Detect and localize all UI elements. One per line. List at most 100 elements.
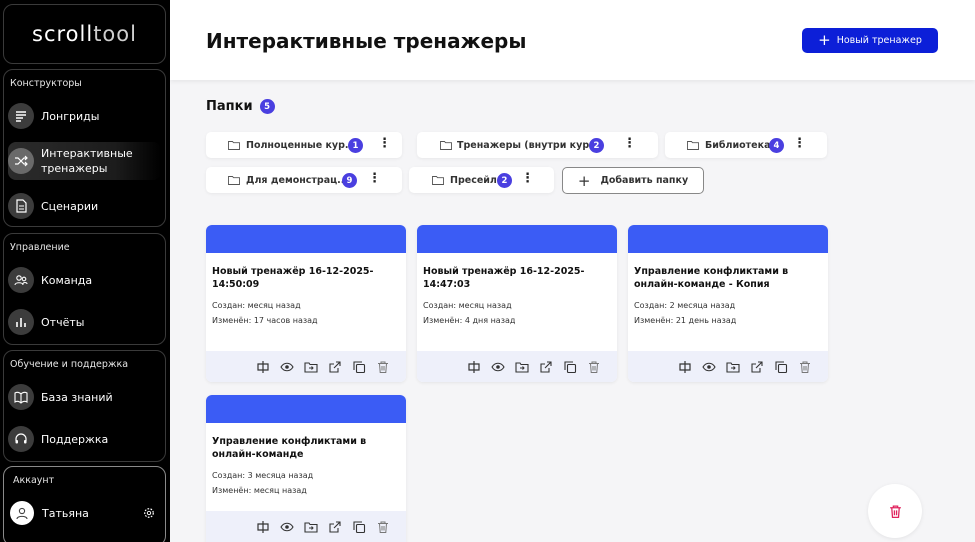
team-icon bbox=[8, 267, 34, 293]
trash-icon bbox=[889, 505, 901, 518]
folder-chip[interactable]: Пресейл 2 ⋮ bbox=[409, 167, 554, 193]
copy-icon[interactable] bbox=[562, 359, 578, 375]
folder-label: Полноценные кур... bbox=[246, 139, 356, 151]
copy-icon[interactable] bbox=[773, 359, 789, 375]
move-to-folder-icon[interactable] bbox=[725, 359, 741, 375]
folder-chip[interactable]: Полноценные кур... 1 ⋮ bbox=[206, 132, 402, 158]
new-trainer-label: Новый тренажер bbox=[836, 35, 922, 46]
copy-icon[interactable] bbox=[351, 519, 367, 535]
edit-icon[interactable] bbox=[255, 519, 271, 535]
section-learning: Обучение и поддержка База знаний Поддерж… bbox=[3, 350, 166, 462]
bar-chart-icon bbox=[8, 309, 34, 335]
sidebar-item-knowledge-base[interactable]: База знаний bbox=[8, 383, 161, 411]
trainer-card[interactable]: Управление конфликтами в онлайн-команде … bbox=[628, 225, 828, 382]
document-icon bbox=[8, 193, 34, 219]
account-user[interactable]: Татьяна bbox=[10, 499, 161, 527]
card-modified: Изменён: 21 день назад bbox=[634, 316, 737, 325]
section-title: Конструкторы bbox=[10, 78, 82, 89]
page-header: Интерактивные тренажеры + Новый тренажер bbox=[170, 0, 975, 80]
sidebar-item-support[interactable]: Поддержка bbox=[8, 425, 161, 453]
folders-title: Папки bbox=[206, 99, 253, 114]
headset-icon bbox=[8, 426, 34, 452]
folder-count-badge: 4 bbox=[769, 138, 784, 153]
more-vertical-icon[interactable]: ⋮ bbox=[793, 137, 806, 150]
logo-text: scroll bbox=[32, 22, 94, 46]
folder-icon bbox=[687, 141, 699, 150]
user-name: Татьяна bbox=[42, 506, 89, 520]
more-vertical-icon[interactable]: ⋮ bbox=[368, 172, 381, 185]
move-to-folder-icon[interactable] bbox=[303, 519, 319, 535]
sidebar-item-label: Интерактивные тренажеры bbox=[41, 147, 133, 175]
card-created: Создан: 2 месяца назад bbox=[634, 301, 736, 310]
sidebar-item-team[interactable]: Команда bbox=[8, 266, 161, 294]
card-modified: Изменён: 17 часов назад bbox=[212, 316, 318, 325]
folder-chip[interactable]: Тренажеры (внутри кур... 2 ⋮ bbox=[417, 132, 658, 158]
trainer-card[interactable]: Новый тренажёр 16-12-2025-14:47:03 Созда… bbox=[417, 225, 617, 382]
avatar bbox=[10, 501, 34, 525]
trash-icon[interactable] bbox=[797, 359, 813, 375]
move-to-folder-icon[interactable] bbox=[514, 359, 530, 375]
card-created: Создан: месяц назад bbox=[423, 301, 512, 310]
sidebar-item-label: Сценарии bbox=[41, 199, 99, 213]
sidebar-item-label: Отчёты bbox=[41, 315, 85, 329]
trash-icon[interactable] bbox=[586, 359, 602, 375]
more-vertical-icon[interactable]: ⋮ bbox=[521, 172, 534, 185]
external-link-icon[interactable] bbox=[749, 359, 765, 375]
folder-chip[interactable]: Библиотека 4 ⋮ bbox=[665, 132, 827, 158]
edit-icon[interactable] bbox=[255, 359, 271, 375]
trainer-card[interactable]: Новый тренажёр 16-12-2025-14:50:09 Созда… bbox=[206, 225, 406, 382]
logo[interactable]: scrolltool bbox=[3, 4, 166, 64]
sidebar-item-trainers[interactable]: Интерактивные тренажеры bbox=[8, 142, 161, 180]
card-actions bbox=[206, 511, 406, 542]
folder-count-badge: 1 bbox=[348, 138, 363, 153]
eye-icon[interactable] bbox=[279, 359, 295, 375]
folder-label: Библиотека bbox=[705, 139, 771, 151]
folders-count-badge: 5 bbox=[259, 99, 275, 114]
folder-icon bbox=[440, 141, 452, 150]
folder-label: Пресейл bbox=[450, 174, 497, 186]
copy-icon[interactable] bbox=[351, 359, 367, 375]
folder-count-badge: 9 bbox=[342, 173, 357, 188]
trash-bin-button[interactable] bbox=[868, 484, 922, 538]
move-to-folder-icon[interactable] bbox=[303, 359, 319, 375]
sidebar-item-label: База знаний bbox=[41, 390, 113, 404]
card-modified: Изменён: 4 дня назад bbox=[423, 316, 516, 325]
card-created: Создан: 3 месяца назад bbox=[212, 471, 314, 480]
sidebar-item-longreads[interactable]: Лонгриды bbox=[8, 102, 161, 130]
folder-icon bbox=[228, 141, 240, 150]
lines-icon bbox=[8, 103, 34, 129]
sidebar-item-reports[interactable]: Отчёты bbox=[8, 308, 161, 336]
add-folder-button[interactable]: + Добавить папку bbox=[562, 167, 704, 194]
edit-icon[interactable] bbox=[677, 359, 693, 375]
new-trainer-button[interactable]: + Новый тренажер bbox=[802, 28, 938, 53]
more-vertical-icon[interactable]: ⋮ bbox=[623, 137, 636, 150]
trash-icon[interactable] bbox=[375, 359, 391, 375]
card-actions bbox=[417, 351, 617, 382]
external-link-icon[interactable] bbox=[538, 359, 554, 375]
plus-icon: + bbox=[818, 31, 831, 49]
sidebar: scrolltool Конструкторы Лонгриды Интерак… bbox=[0, 0, 170, 542]
folder-label: Тренажеры (внутри кур... bbox=[457, 139, 600, 151]
page-title: Интерактивные тренажеры bbox=[206, 29, 527, 53]
eye-icon[interactable] bbox=[279, 519, 295, 535]
section-title: Обучение и поддержка bbox=[10, 359, 129, 370]
sidebar-item-label: Команда bbox=[41, 273, 93, 287]
shuffle-icon bbox=[8, 148, 34, 174]
sidebar-item-label: Поддержка bbox=[41, 432, 109, 446]
eye-icon[interactable] bbox=[701, 359, 717, 375]
card-actions bbox=[206, 351, 406, 382]
section-title: Аккаунт bbox=[13, 475, 55, 486]
edit-icon[interactable] bbox=[466, 359, 482, 375]
eye-icon[interactable] bbox=[490, 359, 506, 375]
gear-icon[interactable] bbox=[143, 507, 155, 519]
external-link-icon[interactable] bbox=[327, 519, 343, 535]
trash-icon[interactable] bbox=[375, 519, 391, 535]
trainer-card[interactable]: Управление конфликтами в онлайн-команде … bbox=[206, 395, 406, 542]
folder-chip[interactable]: Для демонстрац... 9 ⋮ bbox=[206, 167, 402, 193]
more-vertical-icon[interactable]: ⋮ bbox=[378, 137, 391, 150]
folder-icon bbox=[432, 176, 444, 185]
section-title: Управление bbox=[10, 242, 70, 253]
external-link-icon[interactable] bbox=[327, 359, 343, 375]
folder-count-badge: 2 bbox=[589, 138, 604, 153]
sidebar-item-scenarios[interactable]: Сценарии bbox=[8, 192, 161, 220]
